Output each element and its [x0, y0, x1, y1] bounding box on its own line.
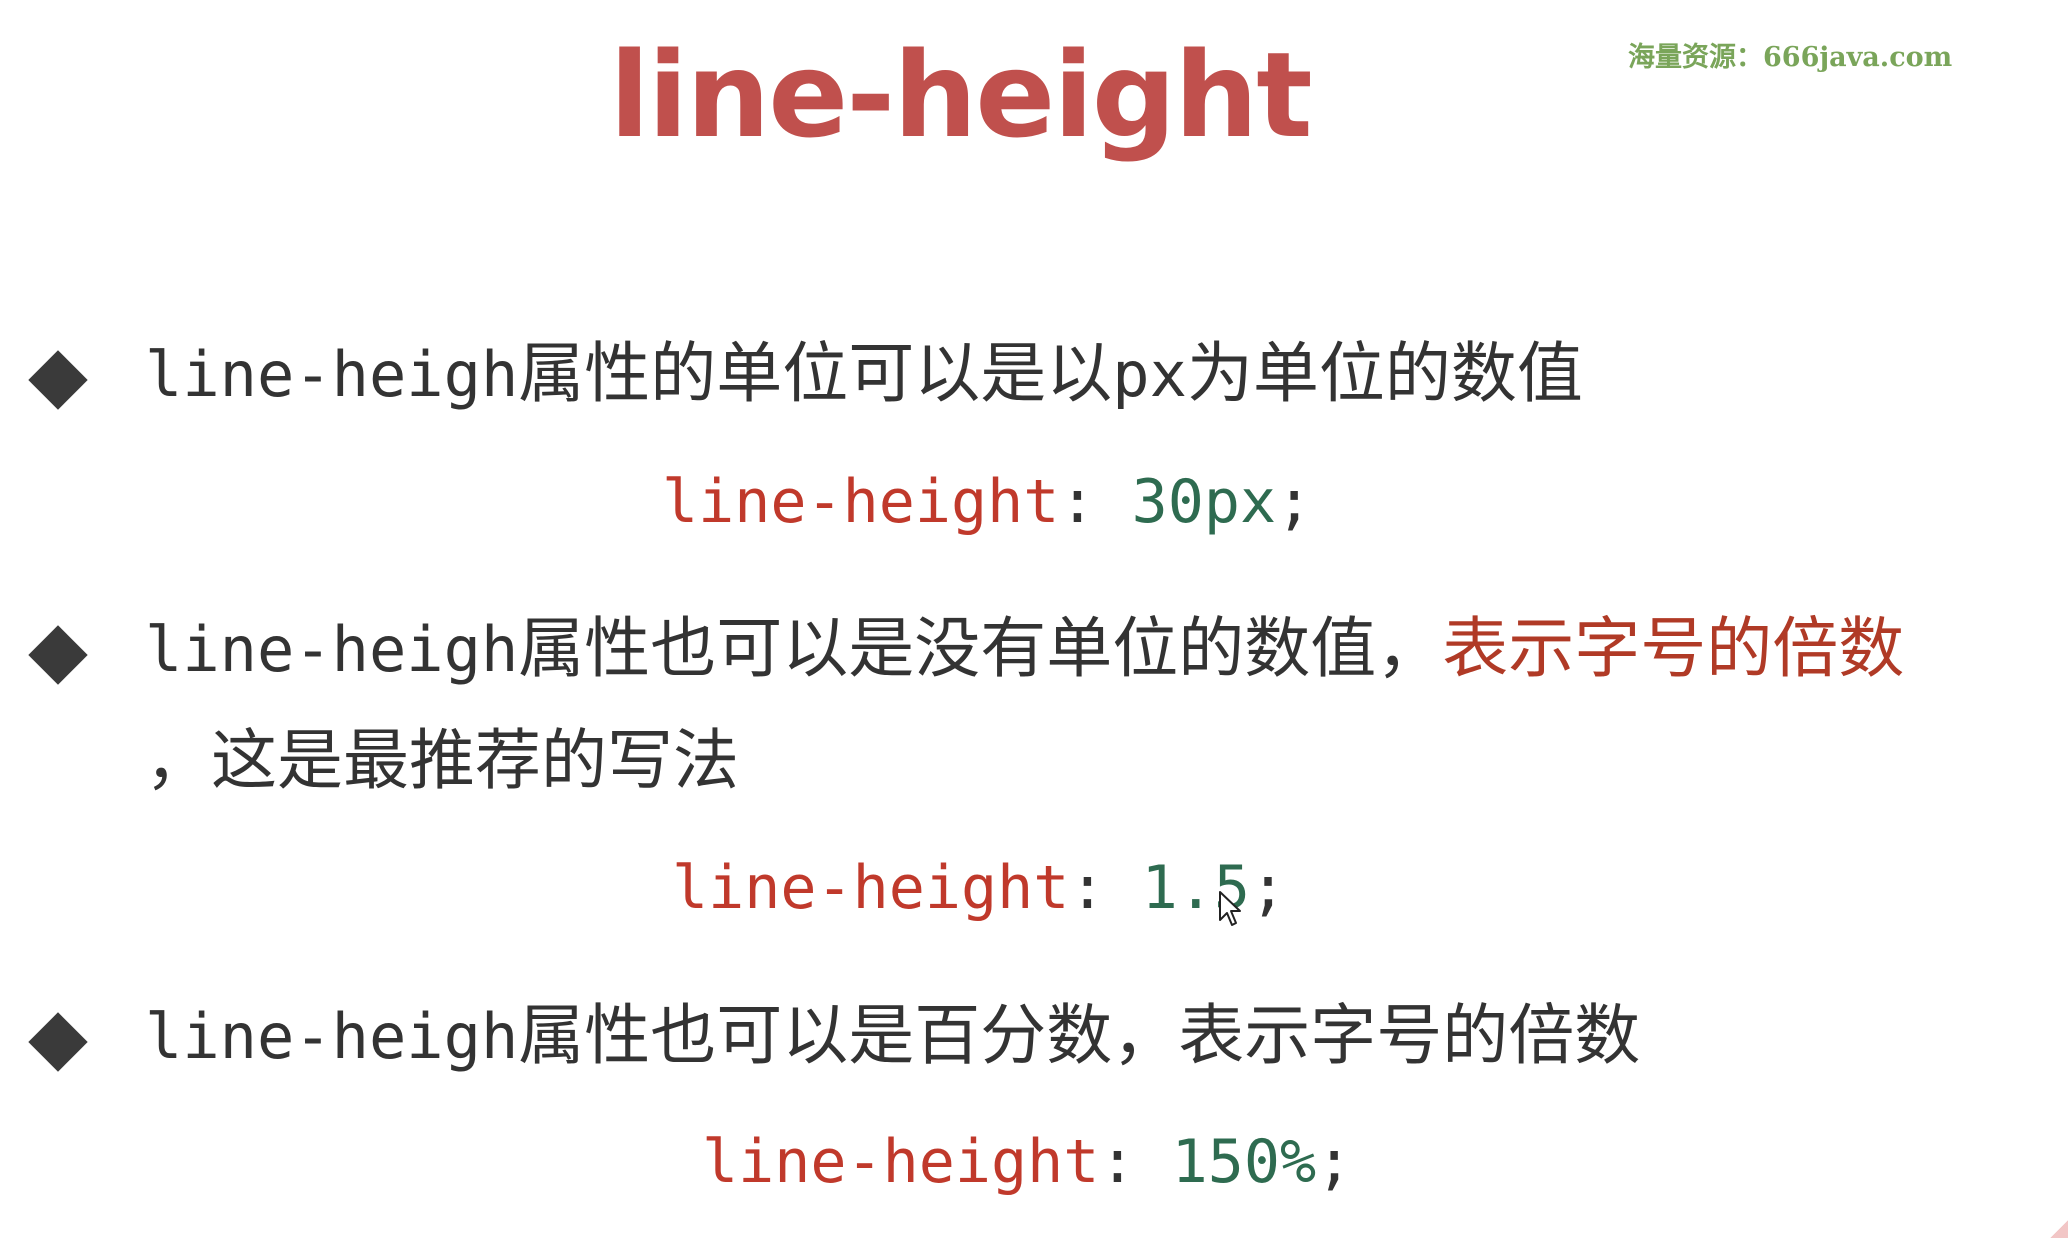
code-3-colon: :: [1099, 1127, 1172, 1197]
bullet-2-mono: line-heigh: [145, 613, 519, 686]
code-example-3: line-height: 150%;: [702, 1122, 1352, 1202]
slide: line-height 海量资源：666java.com line-heigh属…: [0, 0, 2068, 1238]
bullet-3-cjk: 属性也可以是百分数，表示字号的倍数: [518, 997, 1641, 1074]
code-3-semicolon: ;: [1316, 1127, 1353, 1197]
code-3-property: line-height: [702, 1127, 1100, 1197]
bullet-diamond-icon: [28, 1012, 88, 1072]
code-example-2: line-height: 1.5;: [672, 848, 1286, 928]
bullet-text-2-line-2: ，这是最推荐的写法: [145, 705, 739, 818]
bullet-2-line-2: ，这是最推荐的写法: [145, 722, 739, 799]
bullet-2-cjk: 属性也可以是没有单位的数值，: [518, 610, 1443, 687]
bullet-text-3: line-heigh属性也可以是百分数，表示字号的倍数: [145, 980, 1640, 1093]
code-3-value: 150%: [1171, 1127, 1317, 1197]
bullet-diamond-icon: [28, 350, 88, 410]
code-2-colon: :: [1069, 853, 1142, 923]
bullet-1-cjk: 属性的单位可以是以: [518, 335, 1113, 412]
code-1-property: line-height: [662, 467, 1060, 537]
bullet-text-1: line-heigh属性的单位可以是以px为单位的数值: [145, 318, 1583, 431]
code-2-property: line-height: [672, 853, 1070, 923]
code-1-value: 30px: [1131, 467, 1277, 537]
code-example-1: line-height: 30px;: [662, 462, 1312, 542]
bullet-2-emphasis: 表示字号的倍数: [1442, 610, 1905, 687]
code-2-semicolon: ;: [1249, 853, 1287, 923]
watermark-text: 海量资源：666java.com: [1628, 42, 1953, 73]
bullet-3-mono: line-heigh: [145, 1000, 519, 1073]
bullet-diamond-icon: [28, 625, 88, 685]
diamond-shape: [28, 1012, 88, 1072]
code-1-semicolon: ;: [1276, 467, 1313, 537]
code-1-colon: :: [1059, 467, 1132, 537]
corner-decoration: [2050, 1220, 2068, 1238]
diamond-shape: [28, 350, 88, 410]
bullet-text-2: line-heigh属性也可以是没有单位的数值，表示字号的倍数: [145, 593, 1904, 706]
bullet-1-mono-2: px: [1112, 338, 1187, 411]
diamond-shape: [28, 625, 88, 685]
bullet-1-cjk-2: 为单位的数值: [1186, 335, 1583, 412]
mouse-cursor-icon: [1219, 891, 1241, 926]
bullet-1-mono: line-heigh: [145, 338, 519, 411]
